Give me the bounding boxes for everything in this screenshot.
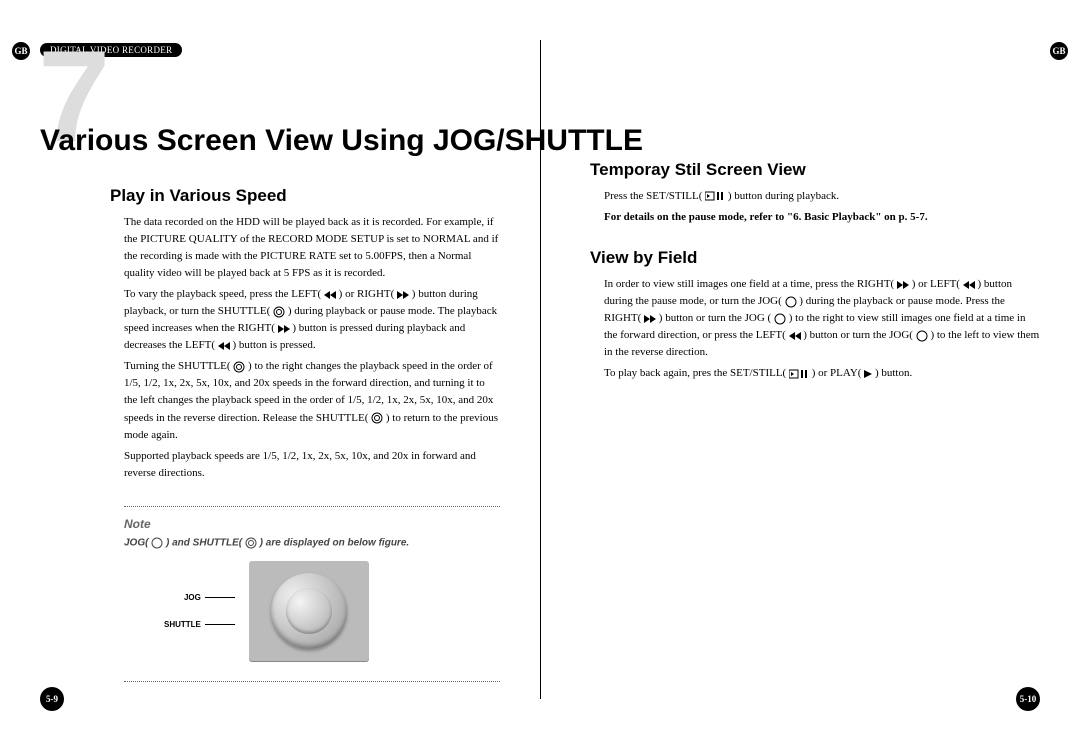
rewind-icon (324, 291, 336, 299)
note-content: JOG( ) and SHUTTLE( ) are displayed on b… (124, 537, 500, 549)
lang-badge-gb: GB (1050, 42, 1068, 60)
shuttle-ring-icon (371, 412, 383, 424)
jog-circle-icon (916, 330, 928, 342)
page-number-left: 5-9 (40, 687, 64, 711)
connector-line (205, 624, 235, 625)
shuttle-dial (271, 573, 347, 649)
shuttle-ring-icon (273, 306, 285, 318)
body-text-block: In order to view still images one field … (604, 276, 1040, 382)
paragraph: In order to view still images one field … (604, 276, 1040, 361)
jog-circle-icon (151, 537, 163, 549)
rewind-icon (789, 332, 801, 340)
set-still-icon (705, 191, 725, 201)
figure-labels: JOG SHUTTLE (164, 593, 235, 629)
set-still-icon (789, 369, 809, 379)
shuttle-ring-icon (233, 361, 245, 373)
body-text-block: The data recorded on the HDD will be pla… (124, 214, 500, 482)
fast-forward-icon (644, 315, 656, 323)
paragraph: Press the SET/STILL( ) button during pla… (604, 188, 1040, 205)
lang-badge-gb: GB (12, 42, 30, 60)
fast-forward-icon (897, 281, 909, 289)
paragraph: To vary the playback speed, press the LE… (124, 286, 500, 354)
jog-circle-icon (785, 296, 797, 308)
note-box: Note JOG( ) and SHUTTLE( ) are displayed… (124, 506, 500, 682)
left-page: GB DIGITAL VIDEO RECORDER 7 Various Scre… (0, 0, 540, 739)
left-content: Play in Various Speed The data recorded … (110, 186, 500, 682)
section-play-various-speed: Play in Various Speed (110, 186, 500, 206)
right-page: GB Temporay Stil Screen View Press the S… (540, 0, 1080, 739)
jog-label: JOG (164, 593, 235, 602)
paragraph: To play back again, pres the SET/STILL( … (604, 365, 1040, 382)
rewind-icon (963, 281, 975, 289)
paragraph: Supported playback speeds are 1/5, 1/2, … (124, 448, 500, 482)
connector-line (205, 597, 235, 598)
body-text-block: Press the SET/STILL( ) button during pla… (604, 188, 1040, 226)
paragraph: The data recorded on the HDD will be pla… (124, 214, 500, 282)
paragraph-bold: For details on the pause mode, refer to … (604, 209, 1040, 226)
page-spread: GB DIGITAL VIDEO RECORDER 7 Various Scre… (0, 0, 1080, 739)
note-title: Note (124, 517, 500, 531)
rewind-icon (218, 342, 230, 350)
fast-forward-icon (397, 291, 409, 299)
section-still-screen: Temporay Stil Screen View (590, 160, 1040, 180)
paragraph: Turning the SHUTTLE( ) to the right chan… (124, 358, 500, 443)
play-icon (864, 370, 872, 378)
jog-dial (286, 588, 332, 634)
shuttle-label: SHUTTLE (164, 620, 235, 629)
fast-forward-icon (278, 325, 290, 333)
page-title: Various Screen View Using JOG/SHUTTLE (40, 124, 500, 158)
jog-circle-icon (774, 313, 786, 325)
right-content: Temporay Stil Screen View Press the SET/… (590, 160, 1040, 382)
shuttle-ring-icon (245, 537, 257, 549)
page-number-right: 5-10 (1016, 687, 1040, 711)
section-view-by-field: View by Field (590, 248, 1040, 268)
device-illustration (249, 561, 369, 661)
device-figure: JOG SHUTTLE (164, 561, 500, 661)
